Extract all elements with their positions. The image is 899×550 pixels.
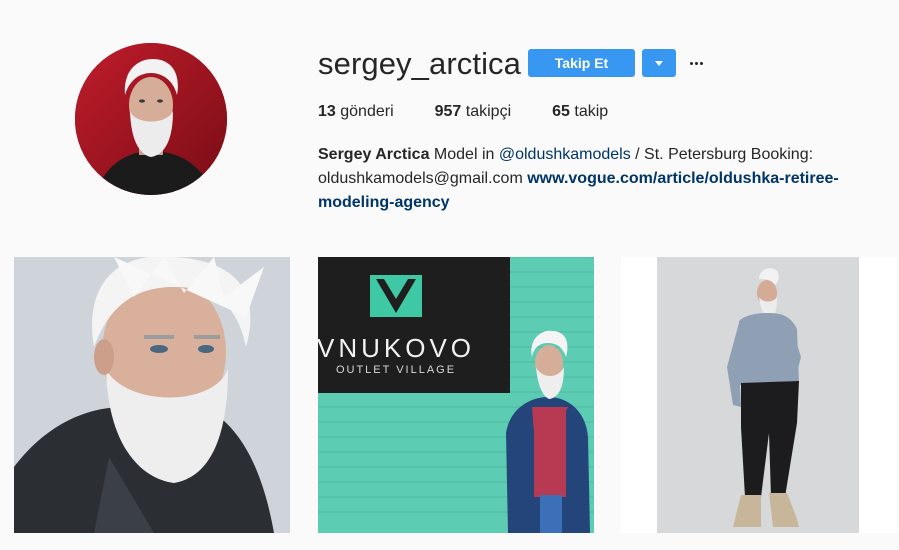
bio-text: Model in (429, 146, 499, 163)
follow-options-dropdown-button[interactable] (642, 49, 676, 77)
profile-bio: Sergey Arctica Model in @oldushkamodels … (318, 143, 878, 215)
following-label: takip (574, 103, 609, 120)
avatar-image (75, 43, 227, 195)
post-image-full-body (621, 257, 897, 533)
followers-label: takipçi (465, 103, 512, 120)
post-thumbnail-3[interactable] (621, 257, 897, 533)
profile-stats: 13 gönderi 957 takipçi 65 takip (318, 102, 649, 122)
post-thumbnail-1[interactable] (14, 257, 290, 533)
chevron-down-icon (655, 60, 663, 66)
more-options-button[interactable] (686, 52, 706, 74)
sign-text-sub: OUTLET VILLAGE (336, 364, 456, 376)
more-options-icon (689, 61, 693, 65)
sign-text-main: VNUKOVO (318, 333, 475, 363)
bio-mention-link[interactable]: @oldushkamodels (499, 146, 631, 163)
posts-label: gönderi (340, 103, 394, 120)
post-image-storefront: VNUKOVO OUTLET VILLAGE (318, 257, 594, 533)
follow-button[interactable]: Takip Et (528, 49, 635, 77)
profile-avatar[interactable] (75, 43, 227, 195)
stat-followers[interactable]: 957 takipçi (435, 102, 512, 122)
stat-following[interactable]: 65 takip (552, 102, 608, 122)
posts-count: 13 (318, 103, 336, 120)
post-image-closeup-portrait (14, 257, 290, 533)
stat-posts: 13 gönderi (318, 102, 394, 122)
profile-username: sergey_arctica (318, 46, 521, 81)
post-thumbnail-2[interactable]: VNUKOVO OUTLET VILLAGE (318, 257, 594, 533)
profile-full-name: Sergey Arctica (318, 146, 430, 163)
following-count: 65 (552, 103, 570, 120)
followers-count: 957 (434, 103, 462, 120)
